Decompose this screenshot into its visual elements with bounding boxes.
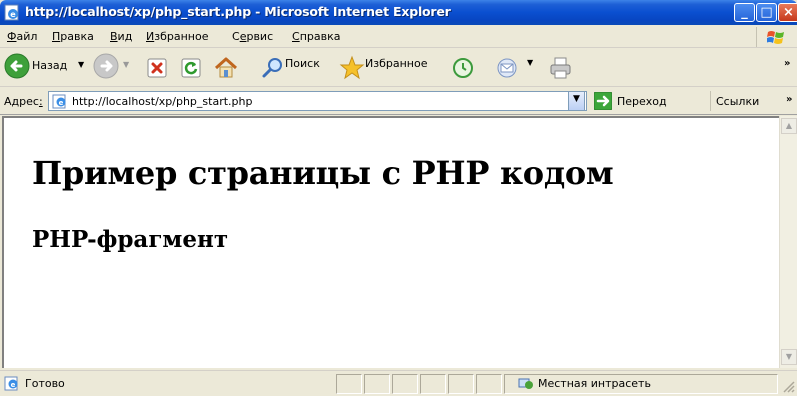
status-pane bbox=[476, 374, 502, 394]
toolbar-more-chevron[interactable]: » bbox=[784, 58, 791, 69]
menu-tools-rest: рвис bbox=[246, 30, 274, 43]
browser-window: e http://localhost/xp/php_start.php - Mi… bbox=[0, 0, 797, 396]
address-input[interactable]: e http://localhost/xp/php_start.php bbox=[48, 91, 587, 111]
mail-dropdown-icon[interactable]: ▼ bbox=[527, 58, 533, 67]
scroll-down-button[interactable]: ▼ bbox=[781, 349, 797, 365]
go-arrow-icon[interactable] bbox=[594, 92, 612, 110]
menu-file[interactable]: Файл bbox=[7, 30, 37, 43]
svg-text:e: e bbox=[11, 381, 16, 389]
scroll-up-button[interactable]: ▲ bbox=[781, 118, 797, 134]
toolbar: Назад ▼ ▼ Поиск Избранное ▼ » bbox=[0, 48, 797, 87]
minimize-button[interactable]: _ bbox=[734, 3, 755, 22]
home-icon[interactable] bbox=[213, 53, 239, 83]
address-bar: Адрес: e http://localhost/xp/php_start.p… bbox=[0, 87, 797, 115]
refresh-icon[interactable] bbox=[180, 53, 202, 83]
search-icon[interactable] bbox=[260, 53, 286, 83]
links-separator bbox=[710, 91, 711, 111]
links-button[interactable]: Ссылки bbox=[716, 95, 759, 108]
links-more-chevron[interactable]: » bbox=[786, 94, 793, 105]
menu-view[interactable]: Вид bbox=[110, 30, 132, 43]
scroll-down-icon: ▼ bbox=[785, 352, 793, 361]
menu-help[interactable]: Справка bbox=[292, 30, 340, 43]
menu-edit[interactable]: Правка bbox=[52, 30, 94, 43]
menu-bar: Файл Правка Вид Избранное Сервис Справка bbox=[0, 25, 797, 48]
vertical-scrollbar[interactable]: ▲ ▼ bbox=[779, 116, 797, 368]
address-label-text: Адрес bbox=[4, 95, 39, 108]
zone-text: Местная интрасеть bbox=[538, 377, 651, 390]
maximize-icon: □ bbox=[760, 5, 773, 20]
status-pane bbox=[448, 374, 474, 394]
menu-view-accel: В bbox=[110, 30, 118, 43]
back-button[interactable]: Назад ▼ bbox=[4, 53, 92, 83]
menu-file-rest: айл bbox=[16, 30, 38, 43]
forward-arrow-icon bbox=[93, 53, 119, 79]
scroll-up-icon: ▲ bbox=[785, 121, 793, 130]
status-text: Готово bbox=[25, 377, 65, 390]
ie-page-icon: e bbox=[4, 4, 19, 21]
menu-view-rest: ид bbox=[117, 30, 133, 43]
status-bar: e Готово Местная интрасеть bbox=[0, 370, 797, 396]
chevron-down-icon: ▼ bbox=[573, 94, 580, 104]
page-content: Пример страницы с PHP кодом PHP-фрагмент bbox=[2, 116, 779, 368]
title-bar[interactable]: e http://localhost/xp/php_start.php - Mi… bbox=[0, 0, 797, 25]
back-dropdown-icon[interactable]: ▼ bbox=[78, 60, 84, 69]
resize-grip-icon[interactable] bbox=[781, 379, 795, 393]
address-value: http://localhost/xp/php_start.php bbox=[72, 95, 253, 108]
menu-edit-rest: равка bbox=[60, 30, 94, 43]
address-label: Адрес: bbox=[4, 95, 43, 108]
back-label: Назад bbox=[32, 59, 68, 72]
go-button[interactable]: Переход bbox=[617, 95, 667, 108]
favorites-star-icon[interactable] bbox=[339, 53, 365, 83]
mail-icon[interactable] bbox=[496, 53, 524, 83]
close-icon: × bbox=[783, 5, 794, 20]
stop-icon[interactable] bbox=[146, 53, 168, 83]
maximize-button[interactable]: □ bbox=[756, 3, 777, 22]
menu-help-rest: правка bbox=[299, 30, 341, 43]
status-pane bbox=[336, 374, 362, 394]
address-dropdown-button[interactable]: ▼ bbox=[568, 91, 585, 111]
search-label[interactable]: Поиск bbox=[285, 57, 320, 70]
menu-tools-pre: С bbox=[232, 30, 240, 43]
menu-favorites[interactable]: Избранное bbox=[146, 30, 208, 43]
page-subheading: PHP-фрагмент bbox=[32, 226, 229, 253]
svg-text:e: e bbox=[10, 10, 16, 19]
forward-button[interactable]: ▼ bbox=[93, 53, 135, 83]
status-pane bbox=[392, 374, 418, 394]
favorites-label[interactable]: Избранное bbox=[365, 57, 427, 70]
menu-favorites-rest: збранное bbox=[154, 30, 209, 43]
close-button[interactable]: × bbox=[778, 3, 797, 22]
menu-favorites-accel: И bbox=[146, 30, 155, 43]
menu-help-accel: С bbox=[292, 30, 300, 43]
status-pane bbox=[364, 374, 390, 394]
svg-text:e: e bbox=[59, 99, 64, 107]
intranet-zone-icon bbox=[518, 378, 533, 389]
print-icon[interactable] bbox=[548, 53, 574, 83]
page-heading: Пример страницы с PHP кодом bbox=[32, 154, 614, 192]
back-arrow-icon bbox=[4, 53, 30, 79]
window-title: http://localhost/xp/php_start.php - Micr… bbox=[25, 4, 451, 19]
forward-dropdown-icon[interactable]: ▼ bbox=[123, 60, 129, 69]
status-page-icon: e bbox=[4, 376, 18, 391]
windows-flag-icon bbox=[767, 31, 784, 44]
menu-tools[interactable]: Сервис bbox=[232, 30, 273, 43]
history-icon[interactable] bbox=[451, 53, 475, 83]
minimize-icon: _ bbox=[741, 5, 748, 20]
windows-logo bbox=[756, 27, 792, 47]
page-icon: e bbox=[52, 94, 66, 109]
status-pane bbox=[420, 374, 446, 394]
